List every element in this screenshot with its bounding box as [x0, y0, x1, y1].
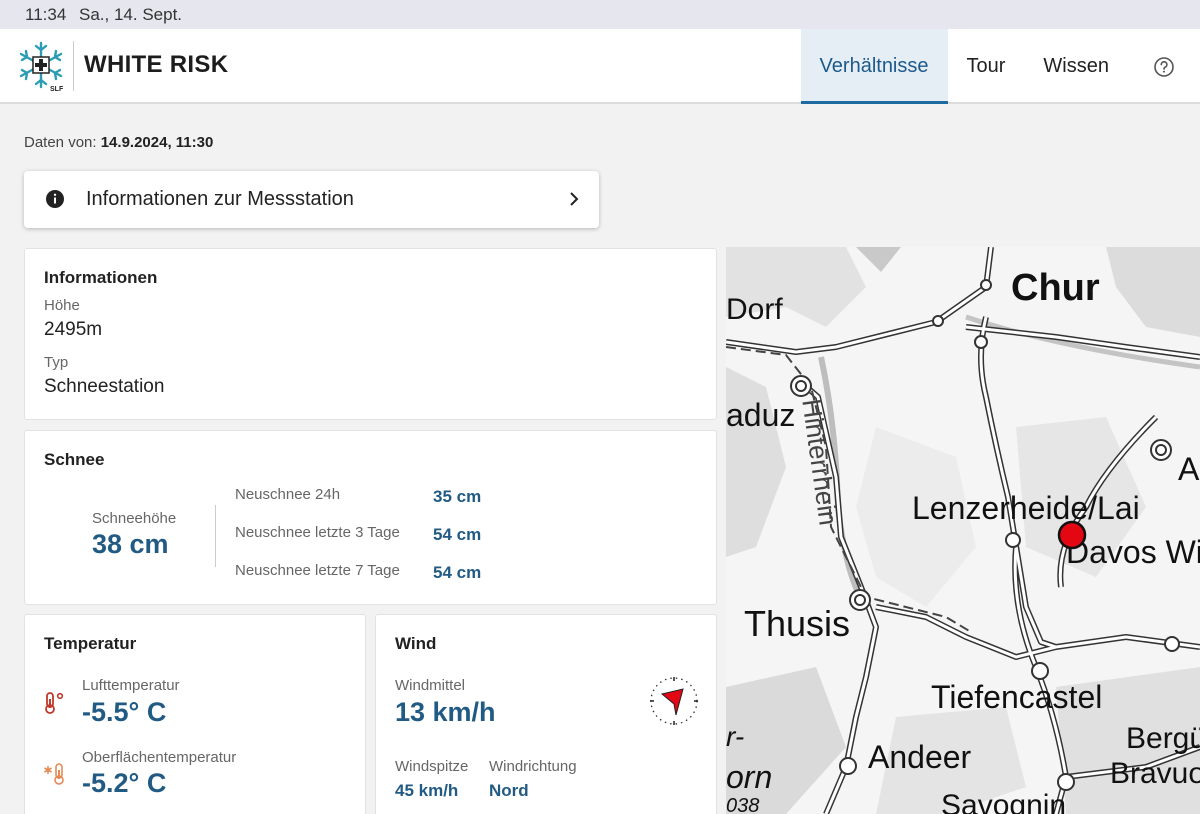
neuschnee-3t-value: 54 cm	[433, 525, 482, 544]
slf-snowflake-logo-icon[interactable]: SLF	[17, 41, 65, 93]
station-info-label: Informationen zur Messstation	[86, 188, 354, 210]
thermometer-surface-icon	[44, 763, 64, 785]
help-button[interactable]	[1128, 29, 1200, 104]
map-label-andeer: Andeer	[868, 739, 972, 775]
chevron-right-icon	[570, 192, 579, 206]
wind-direction-compass-icon	[650, 677, 698, 725]
neuschnee-24h-value: 35 cm	[433, 487, 482, 506]
tab-tour[interactable]: Tour	[948, 29, 1025, 104]
status-bar: 11:34 Sa., 14. Sept.	[0, 0, 1200, 29]
logo-divider	[73, 41, 74, 91]
data-timestamp-value: 14.9.2024, 11:30	[100, 134, 214, 151]
map-label-a: A	[1178, 451, 1200, 487]
wind-card: Wind Windmittel 13 km/h Windspitze 45 km…	[375, 614, 717, 814]
oberflaechentemperatur-label: Oberflächentemperatur	[82, 749, 237, 766]
map-label-r: r-	[726, 721, 745, 752]
station-info-button[interactable]: Informationen zur Messstation	[24, 171, 599, 228]
map-label-tiefencastel: Tiefencastel	[931, 679, 1103, 715]
informationen-card: Informationen Höhe 2495m Typ Schneestati…	[24, 248, 717, 420]
schnee-title: Schnee	[44, 450, 105, 469]
map-label-bravuogn: Bravuo	[1110, 757, 1200, 790]
oberflaechentemperatur-value: -5.2° C	[82, 768, 167, 798]
map-label-aduz: aduz	[726, 397, 796, 433]
map-label-chur: Chur	[1011, 267, 1100, 309]
lufttemperatur-value: -5.5° C	[82, 697, 167, 727]
typ-value: Schneestation	[44, 376, 165, 397]
windspitze-label: Windspitze	[395, 758, 469, 775]
windrichtung-value: Nord	[489, 781, 529, 800]
app-header: SLF WHITE RISK Verhältnisse Tour Wissen	[0, 29, 1200, 104]
brand-title[interactable]: WHITE RISK	[84, 51, 228, 79]
windspitze-value: 45 km/h	[395, 781, 459, 800]
neuschnee-7t-value: 54 cm	[433, 563, 482, 582]
thermometer-air-icon	[45, 692, 64, 714]
windrichtung-label: Windrichtung	[489, 758, 577, 775]
temperatur-title: Temperatur	[44, 634, 137, 653]
data-timestamp-label: Daten von:	[24, 134, 97, 151]
map-label-038: 038	[726, 795, 760, 814]
schneehoehe-value: 38 cm	[92, 529, 169, 559]
map-label-dorf: Dorf	[726, 293, 783, 326]
logo-text: SLF	[50, 86, 64, 93]
hoehe-label: Höhe	[44, 297, 80, 314]
tab-wissen[interactable]: Wissen	[1024, 29, 1128, 104]
data-timestamp: Daten von: 14.9.2024, 11:30	[24, 134, 213, 151]
temperatur-card: Temperatur Lufttemperatur -5.5° C Oberfl…	[24, 614, 366, 814]
info-circle-icon	[46, 190, 64, 208]
status-time: 11:34	[25, 5, 67, 24]
hoehe-value: 2495m	[44, 319, 103, 340]
informationen-title: Informationen	[44, 268, 158, 287]
map-label-savognin: Savognin	[941, 789, 1067, 814]
schneehoehe-label: Schneehöhe	[92, 510, 177, 527]
map-label-lenzerheide: Lenzerheide/Lai	[912, 490, 1140, 526]
wind-title: Wind	[395, 634, 437, 653]
schnee-card: Schnee Schneehöhe 38 cm Neuschnee 24h 35…	[24, 430, 717, 605]
lufttemperatur-label: Lufttemperatur	[82, 677, 180, 694]
typ-label: Typ	[44, 354, 69, 371]
map-label-orn: orn	[726, 759, 773, 795]
station-map[interactable]: Chur Dorf aduz Hinterrhein Lenzerheide/L…	[726, 247, 1200, 814]
map-label-berguen: Bergü	[1126, 722, 1200, 755]
station-marker[interactable]	[1057, 520, 1087, 550]
windmittel-label: Windmittel	[395, 677, 466, 694]
neuschnee-7t-label: Neuschnee letzte 7 Tage	[235, 562, 400, 579]
schnee-divider	[215, 505, 216, 567]
question-circle-icon	[1154, 56, 1174, 77]
neuschnee-24h-label: Neuschnee 24h	[235, 486, 341, 503]
tab-verhaeltnisse[interactable]: Verhältnisse	[800, 29, 948, 104]
map-label-thusis: Thusis	[744, 603, 851, 644]
main-nav: Verhältnisse Tour Wissen	[800, 29, 1200, 104]
windmittel-value: 13 km/h	[395, 697, 496, 727]
neuschnee-3t-label: Neuschnee letzte 3 Tage	[235, 524, 400, 541]
status-date: Sa., 14. Sept.	[79, 5, 183, 24]
